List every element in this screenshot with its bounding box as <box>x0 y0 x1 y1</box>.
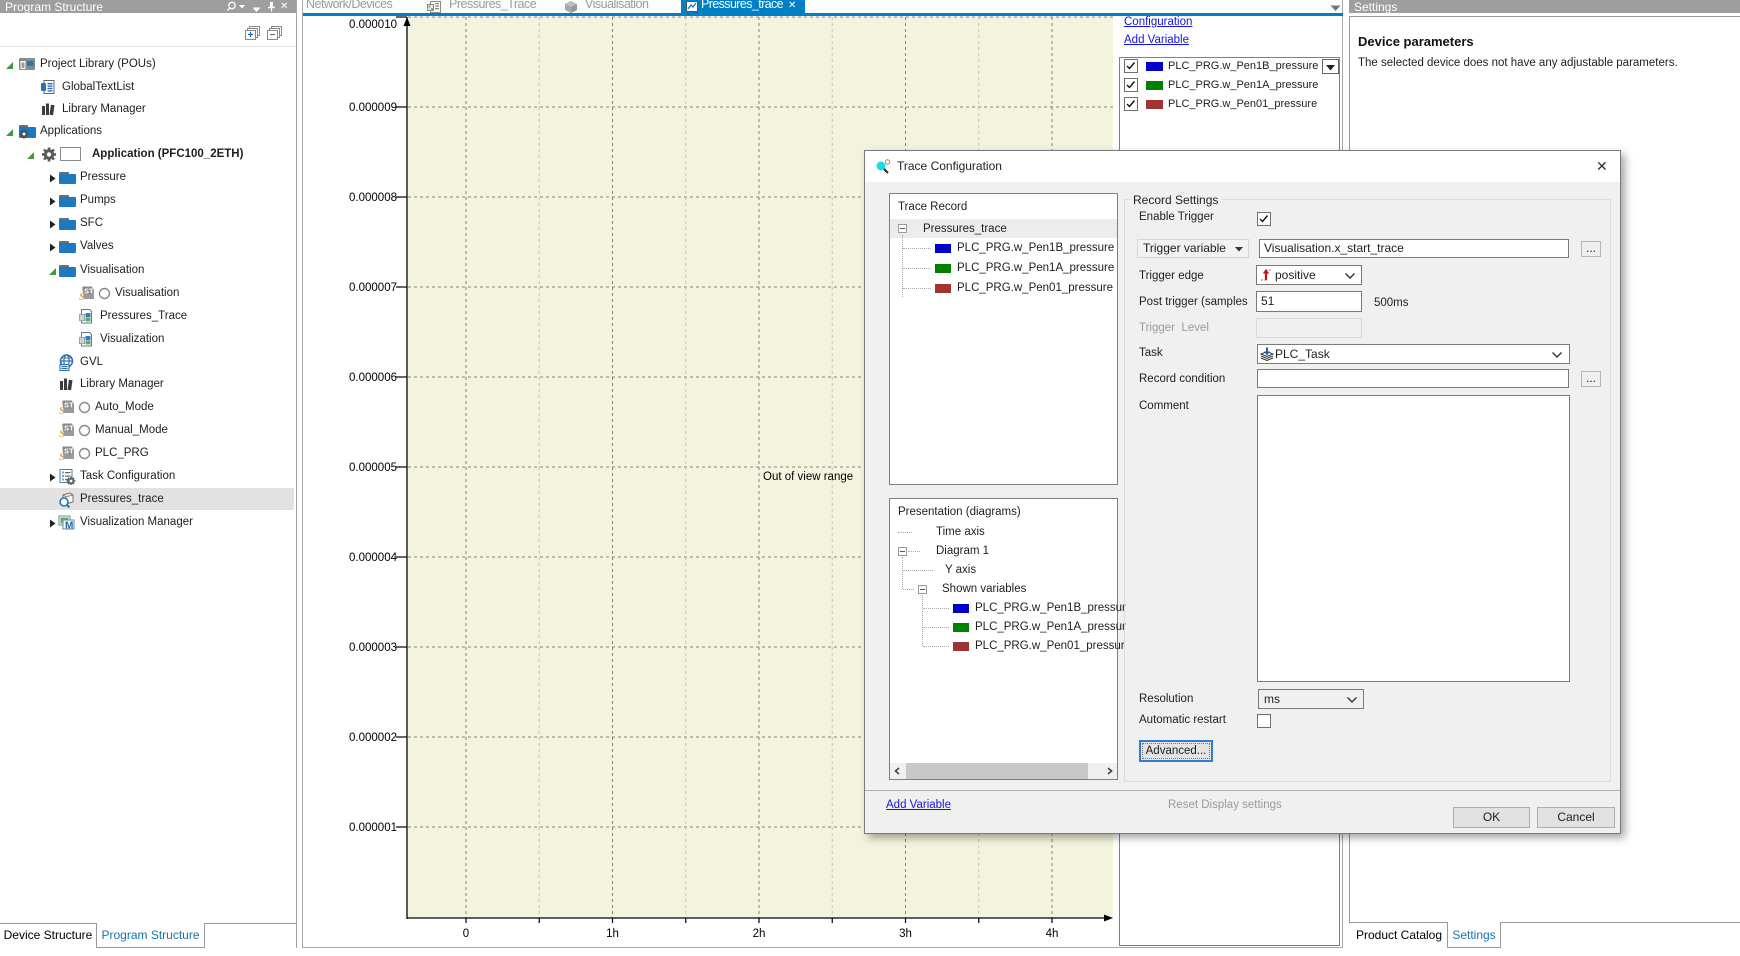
svg-text:ST: ST <box>64 424 74 433</box>
svg-text:0.000006: 0.000006 <box>349 372 397 384</box>
svg-text:S: S <box>79 291 85 302</box>
svg-text:0.000003: 0.000003 <box>349 642 397 654</box>
svg-text:S: S <box>59 405 65 416</box>
svg-text:0.000009: 0.000009 <box>349 102 397 114</box>
svg-text:ST: ST <box>84 287 94 296</box>
svg-text:3h: 3h <box>899 928 912 940</box>
svg-text:0.000004: 0.000004 <box>349 552 398 564</box>
svg-text:0.000002: 0.000002 <box>349 732 397 744</box>
svg-text:0.000007: 0.000007 <box>349 282 397 294</box>
svg-text:0: 0 <box>463 928 469 940</box>
svg-text:M: M <box>65 521 73 532</box>
svg-text:ST: ST <box>64 401 74 410</box>
svg-text:S: S <box>59 428 65 439</box>
svg-text:S: S <box>59 451 65 462</box>
svg-text:0.000001: 0.000001 <box>349 822 397 834</box>
svg-text:ST: ST <box>64 447 74 456</box>
svg-text:4h: 4h <box>1046 928 1059 940</box>
svg-text:2h: 2h <box>753 928 766 940</box>
svg-text:Out of view range: Out of view range <box>763 471 853 483</box>
svg-text:0.000005: 0.000005 <box>349 462 397 474</box>
svg-text:0.000008: 0.000008 <box>349 192 397 204</box>
svg-text:1h: 1h <box>606 928 619 940</box>
svg-text:0.000010: 0.000010 <box>349 19 397 31</box>
